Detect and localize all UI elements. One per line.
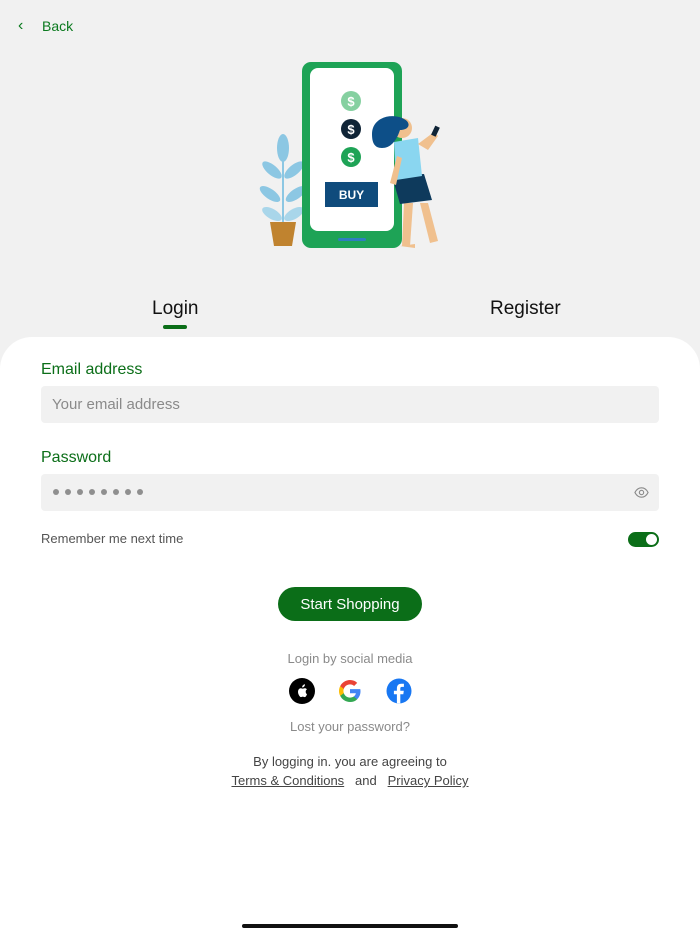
terms-link[interactable]: Terms & Conditions xyxy=(231,773,344,788)
apple-icon[interactable] xyxy=(289,678,315,704)
dollar-glyph: $ xyxy=(347,94,355,109)
legal-links: Terms & Conditions and Privacy Policy xyxy=(0,773,700,788)
facebook-icon[interactable] xyxy=(386,678,412,704)
password-mask xyxy=(53,489,143,495)
shopping-illustration: $ $ $ BUY xyxy=(259,62,440,248)
plant-illustration xyxy=(259,134,307,246)
remember-me-toggle[interactable] xyxy=(628,532,659,547)
password-dot xyxy=(89,489,95,495)
agreement-text: By logging in. you are agreeing to xyxy=(253,754,447,769)
google-icon[interactable] xyxy=(337,678,363,704)
tab-login[interactable]: Login xyxy=(152,298,199,320)
email-label: Email address xyxy=(41,361,143,378)
lost-password-link[interactable]: Lost your password? xyxy=(0,719,700,734)
password-dot xyxy=(65,489,71,495)
password-dot xyxy=(101,489,107,495)
login-card xyxy=(0,337,700,934)
buy-label: BUY xyxy=(339,188,364,202)
back-label: Back xyxy=(42,18,74,34)
and-text: and xyxy=(355,773,377,788)
email-field-container xyxy=(41,386,659,423)
home-indicator xyxy=(242,924,458,928)
password-dot xyxy=(125,489,131,495)
start-shopping-button[interactable]: Start Shopping xyxy=(278,587,422,621)
password-dot xyxy=(113,489,119,495)
password-dot xyxy=(53,489,59,495)
tab-active-indicator xyxy=(163,325,187,329)
tab-register[interactable]: Register xyxy=(490,298,561,320)
chevron-left-icon: ‹ xyxy=(18,17,24,34)
remember-me-label: Remember me next time xyxy=(41,531,184,546)
password-label: Password xyxy=(41,449,112,466)
back-button[interactable]: ‹ Back xyxy=(18,16,73,36)
toggle-knob xyxy=(646,534,657,545)
email-field[interactable] xyxy=(41,386,623,423)
dollar-glyph: $ xyxy=(347,150,355,165)
password-dot xyxy=(77,489,83,495)
phone-illustration: $ $ $ BUY xyxy=(302,62,402,248)
dollar-glyph: $ xyxy=(347,122,355,137)
eye-icon[interactable] xyxy=(634,485,649,500)
social-login-title: Login by social media xyxy=(287,651,413,666)
privacy-link[interactable]: Privacy Policy xyxy=(388,773,469,788)
password-dot xyxy=(137,489,143,495)
password-field[interactable] xyxy=(41,474,659,511)
